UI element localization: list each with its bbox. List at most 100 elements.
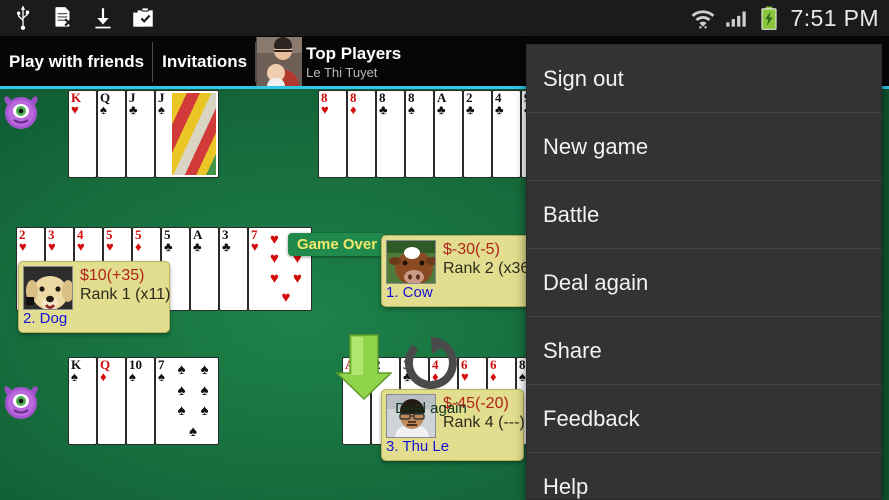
playing-card[interactable]: 3 ♣ xyxy=(219,227,248,311)
player-rank: Rank 2 (x36) xyxy=(443,260,535,277)
tab-invitations-label: Invitations xyxy=(162,52,248,71)
playing-card[interactable]: 10 ♠ xyxy=(126,357,155,445)
card-suit: ♦ xyxy=(350,102,357,117)
player-name: 2. Dog xyxy=(23,310,68,327)
card-suit: ♣ xyxy=(222,239,231,254)
card-suit: ♥ xyxy=(48,239,56,254)
playing-card[interactable]: A ♣ xyxy=(190,227,219,311)
player-money: $10(+35) xyxy=(80,267,145,284)
battery-charging-icon xyxy=(760,6,777,30)
playing-card[interactable]: A ♣ xyxy=(434,90,463,178)
status-bar-clock: 7:51 PM xyxy=(790,4,879,31)
clipboard-check-icon xyxy=(133,7,153,27)
download-icon xyxy=(95,8,111,29)
playing-card[interactable]: J ♠ xyxy=(155,90,219,178)
playing-card[interactable]: 4 ♣ xyxy=(492,90,521,178)
alien-avatar-icon xyxy=(4,96,38,129)
card-pip: ♠ xyxy=(177,402,186,420)
cow-avatar xyxy=(386,240,436,284)
card-face-art xyxy=(172,93,216,175)
hand-bot-left[interactable]: K ♠ Q ♦ 10 ♠ 7 ♠ ♠ ♠ ♠ ♠ ♠ ♠ ♠ xyxy=(68,357,219,445)
card-suit: ♣ xyxy=(466,102,475,117)
menu-item-sign-out-label: Sign out xyxy=(543,65,624,91)
menu-item-new-game-label: New game xyxy=(543,133,649,159)
card-suit: ♥ xyxy=(321,102,329,117)
card-suit: ♥ xyxy=(19,239,27,254)
card-pip: ♠ xyxy=(177,361,186,379)
overflow-menu[interactable]: Sign out New game Battle Deal again Share Fee… xyxy=(526,44,882,500)
card-suit: ♠ xyxy=(100,102,107,117)
menu-item-share[interactable]: Share xyxy=(527,317,881,385)
menu-item-battle[interactable]: Battle xyxy=(527,181,881,249)
card-pip: ♥ xyxy=(270,250,279,268)
menu-item-sign-out[interactable]: Sign out xyxy=(527,45,881,113)
deal-again-button[interactable]: Deal again xyxy=(384,335,478,417)
playing-card[interactable]: 7 ♠ ♠ ♠ ♠ ♠ ♠ ♠ ♠ xyxy=(155,357,219,445)
player-name: 1. Cow xyxy=(386,284,433,301)
card-suit: ♠ xyxy=(71,369,78,384)
card-pip: ♠ xyxy=(177,381,186,399)
card-suit: ♥ xyxy=(106,239,114,254)
playing-card[interactable]: K ♠ xyxy=(68,357,97,445)
card-pip: ♥ xyxy=(270,269,279,287)
card-pip: ♠ xyxy=(189,422,197,440)
playing-card[interactable]: 2♣ xyxy=(463,90,492,178)
player-info: $10(+35) Rank 1 (x11) xyxy=(80,266,170,305)
tab-play-with-friends-label: Play with friends xyxy=(9,52,145,71)
playing-card[interactable]: 8 ♣ xyxy=(376,90,405,178)
card-pips: ♠ ♠ ♠ ♠ ♠ ♠ ♠ xyxy=(170,360,216,442)
menu-item-share-label: Share xyxy=(543,337,602,363)
player-money: $-30(-5) xyxy=(443,241,500,258)
card-suit: ♦ xyxy=(100,369,107,384)
signal-bars-icon xyxy=(725,11,746,27)
playing-card[interactable]: 8 ♦ xyxy=(347,90,376,178)
playing-card[interactable]: J ♣ xyxy=(126,90,155,178)
status-bar: 7:51 PM xyxy=(0,0,889,36)
app-screen: 7:51 PM Play with friends Invitations To… xyxy=(0,0,889,500)
tab-top-players-subtitle: Le Thi Tuyet xyxy=(306,65,378,80)
playing-card[interactable]: Q ♦ xyxy=(97,357,126,445)
status-bar-right-icons: 7:51 PM xyxy=(690,5,889,32)
card-pip: ♥ xyxy=(281,289,291,307)
card-suit: ♦ xyxy=(135,239,142,254)
status-bar-left-icons xyxy=(0,5,156,31)
menu-item-new-game[interactable]: New game xyxy=(527,113,881,181)
card-suit: ♠ xyxy=(158,369,165,384)
playing-card[interactable]: K ♥ xyxy=(68,90,97,178)
playing-card[interactable]: Q ♠ xyxy=(97,90,126,178)
user-avatar xyxy=(256,37,303,87)
card-suit: ♥ xyxy=(71,102,79,117)
playing-card[interactable]: 8 ♠ xyxy=(405,90,434,178)
tab-top-players-label: Top Players xyxy=(306,44,402,63)
playing-card[interactable]: 8 ♥ xyxy=(318,90,347,178)
wifi-icon xyxy=(691,10,714,29)
card-pip: ♠ xyxy=(200,402,209,420)
card-pip: ♠ xyxy=(200,361,209,379)
tab-play-with-friends[interactable]: Play with friends xyxy=(0,36,154,88)
sd-card-removed-icon xyxy=(55,7,73,27)
player-name: 3. Thu Le xyxy=(386,438,450,455)
card-pip: ♠ xyxy=(200,381,209,399)
player-panel-cow[interactable]: $-30(-5) Rank 2 (x36) 1. Cow xyxy=(381,235,541,307)
menu-item-feedback-label: Feedback xyxy=(543,405,640,431)
card-suit: ♣ xyxy=(379,102,388,117)
card-pip: ♥ xyxy=(270,230,279,248)
player-rank: Rank 1 (x11) xyxy=(80,286,171,303)
tab-invitations[interactable]: Invitations xyxy=(153,36,257,88)
menu-item-feedback[interactable]: Feedback xyxy=(527,385,881,453)
card-suit: ♣ xyxy=(495,102,504,117)
card-suit: ♣ xyxy=(437,102,446,117)
hand-top-left[interactable]: K ♥ Q ♠ J ♣ J ♠ xyxy=(68,90,219,178)
player-panel-dog[interactable]: $10(+35) Rank 1 (x11) 2. Dog xyxy=(18,261,170,333)
card-suit: ♠ xyxy=(408,102,415,117)
menu-item-deal-again[interactable]: Deal again xyxy=(527,249,881,317)
menu-item-deal-again-label: Deal again xyxy=(543,269,649,295)
card-suit: ♠ xyxy=(129,369,136,384)
card-pip: ♥ xyxy=(293,269,302,287)
tab-top-players[interactable]: Top Players Le Thi Tuyet xyxy=(256,36,410,88)
tab-top-players-texts: Top Players Le Thi Tuyet xyxy=(302,44,401,80)
menu-item-help[interactable]: Help xyxy=(527,453,881,499)
card-suit: ♠ xyxy=(519,369,526,384)
card-suit: ♥ xyxy=(77,239,85,254)
player-panel-top: $10(+35) Rank 1 (x11) xyxy=(23,266,170,310)
